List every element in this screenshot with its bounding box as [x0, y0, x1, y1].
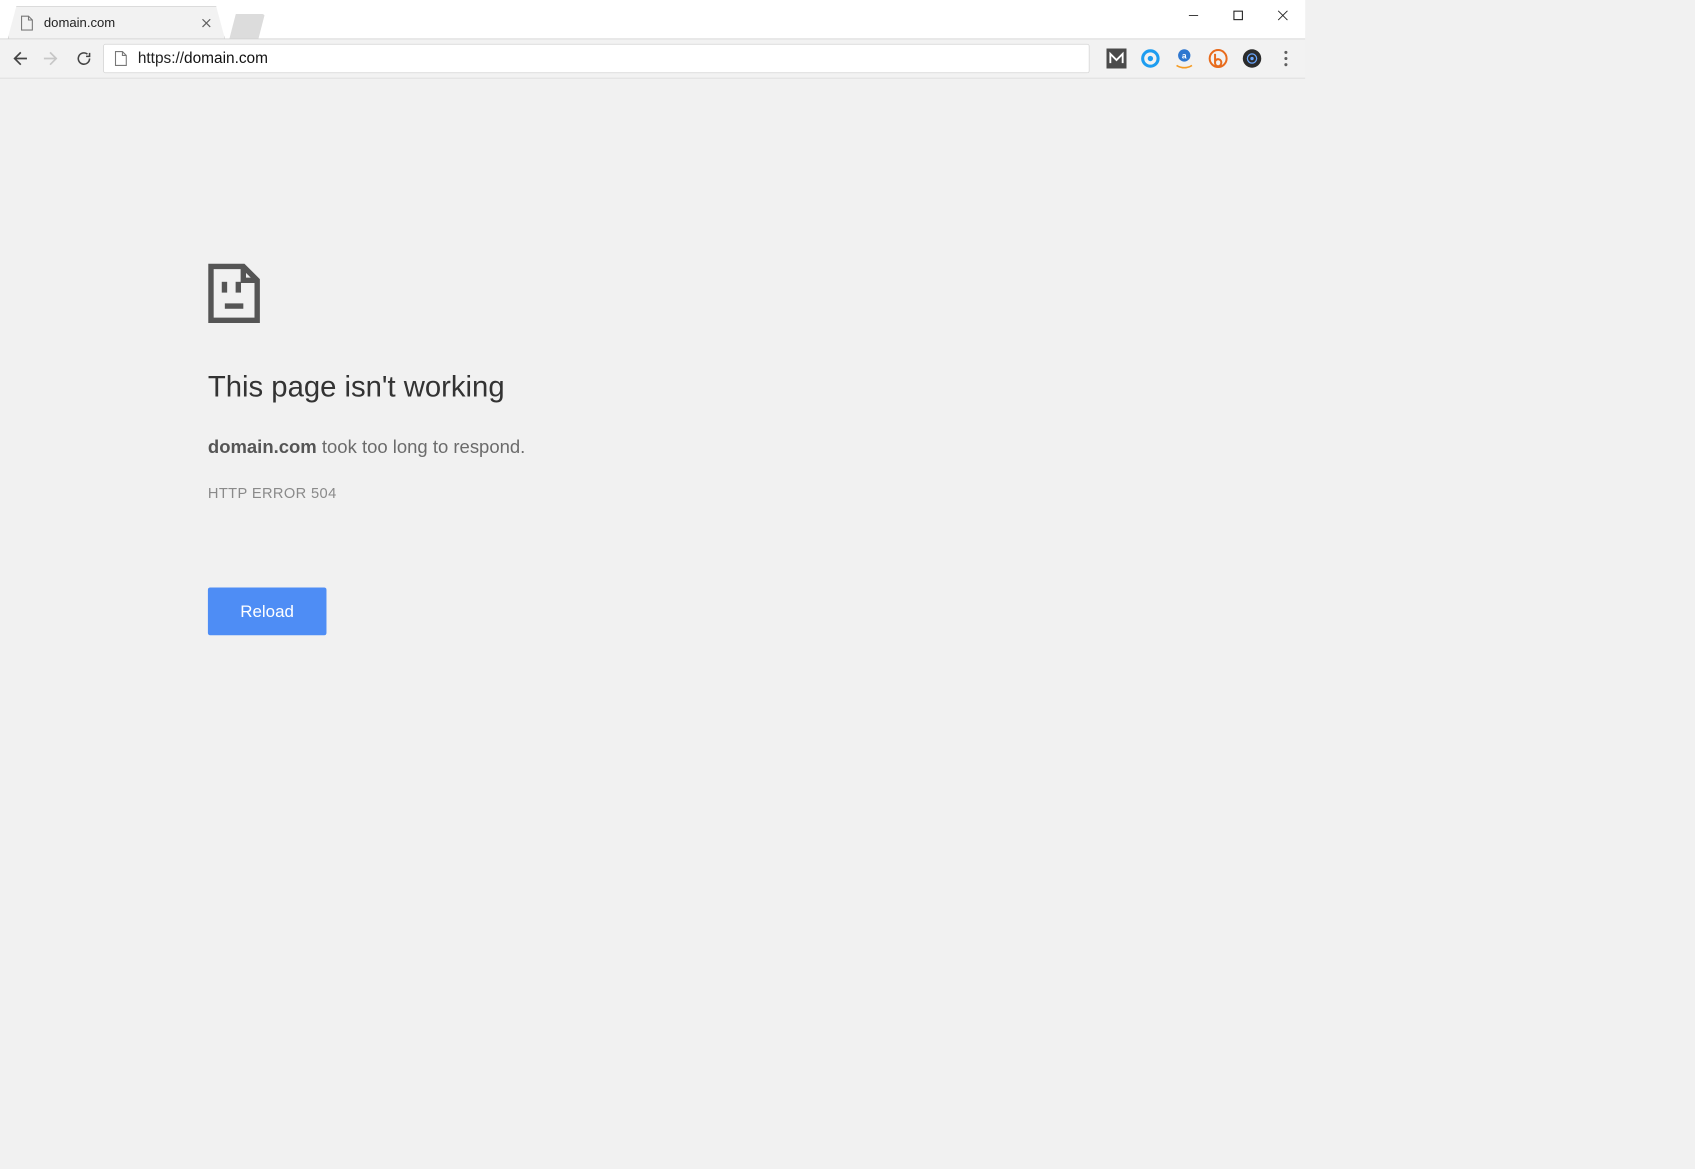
- page-icon: [19, 15, 34, 30]
- error-domain: domain.com: [208, 437, 317, 458]
- reload-nav-button[interactable]: [71, 45, 97, 71]
- error-message: domain.com took too long to respond.: [208, 437, 793, 459]
- site-info-icon[interactable]: [113, 51, 128, 66]
- error-title: This page isn't working: [208, 371, 793, 404]
- url-protocol: https://: [138, 50, 184, 67]
- address-bar[interactable]: https://domain.com: [103, 44, 1089, 73]
- window-controls: [1171, 0, 1305, 31]
- extensions-bar: a: [1106, 49, 1262, 69]
- extension-mega-icon[interactable]: [1106, 49, 1126, 69]
- window-close-button[interactable]: [1260, 0, 1305, 31]
- page-content: This page isn't working domain.com took …: [0, 79, 1305, 901]
- forward-button[interactable]: [39, 45, 65, 71]
- extension-bitly-icon[interactable]: [1208, 49, 1228, 69]
- extension-camera-icon[interactable]: [1242, 49, 1262, 69]
- url-host: domain.com: [184, 50, 268, 67]
- window-minimize-button[interactable]: [1171, 0, 1216, 31]
- extension-amazon-icon[interactable]: a: [1174, 49, 1194, 69]
- sad-page-icon: [208, 263, 260, 323]
- tab-title: domain.com: [44, 15, 190, 30]
- extension-ring-icon[interactable]: [1140, 49, 1160, 69]
- back-button[interactable]: [6, 45, 32, 71]
- new-tab-button[interactable]: [229, 14, 264, 39]
- error-container: This page isn't working domain.com took …: [208, 263, 793, 635]
- browser-tab[interactable]: domain.com: [8, 6, 225, 38]
- error-message-tail: took too long to respond.: [317, 437, 526, 458]
- tab-close-button[interactable]: [199, 16, 213, 30]
- error-code: HTTP ERROR 504: [208, 486, 793, 503]
- reload-button[interactable]: Reload: [208, 588, 326, 636]
- url-text: https://domain.com: [138, 50, 268, 68]
- browser-toolbar: https://domain.com a: [0, 39, 1305, 79]
- browser-menu-button[interactable]: [1274, 51, 1297, 66]
- tab-strip: domain.com: [0, 0, 1305, 39]
- window-maximize-button[interactable]: [1216, 0, 1261, 31]
- svg-text:a: a: [1182, 51, 1187, 61]
